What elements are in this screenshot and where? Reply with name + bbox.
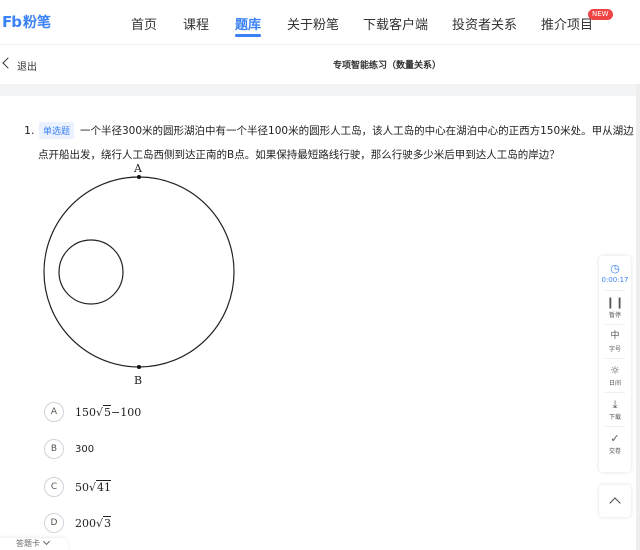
pause-button[interactable]: ❙❙ 暂停 — [599, 296, 631, 319]
download-button[interactable]: ⤓ 下载 — [599, 398, 631, 421]
chevron-up-icon — [609, 497, 621, 509]
option-b[interactable]: B 300 — [44, 438, 94, 460]
answer-sheet-toggle[interactable]: 答题卡 — [0, 537, 68, 550]
logo-mark: Fb — [2, 13, 22, 31]
submit-label: 交卷 — [608, 448, 621, 455]
option-suffix: −100 — [111, 405, 142, 419]
logo-text: 粉笔 — [22, 15, 51, 31]
question-text-line-1: 一个半径300米的圆形湖泊中有一个半径100米的圆形人工岛，该人工岛的中心在湖泊… — [80, 125, 634, 137]
pause-icon: ❙❙ — [605, 296, 625, 309]
font-size-label: 字号 — [608, 346, 621, 353]
day-mode-label: 日间 — [608, 380, 621, 387]
nav-item-about[interactable]: 关于粉笔 — [287, 14, 339, 33]
option-coef: 200 — [75, 516, 96, 530]
divider — [605, 358, 625, 359]
nav-item-question-bank[interactable]: 题库 — [235, 14, 261, 33]
option-c[interactable]: C 50√41 — [44, 476, 112, 498]
option-radicand: 41 — [96, 479, 112, 494]
question-text-line-2: 点开船出发，绕行人工岛西侧到达正南的B点。如果保持最短路线行驶，那么行驶多少米后… — [38, 149, 560, 161]
clock-icon: ◷ — [610, 262, 620, 275]
option-coef: 150 — [75, 405, 96, 419]
download-icon: ⤓ — [612, 398, 618, 411]
font-size-icon: 中 — [610, 331, 620, 341]
island-circle — [58, 239, 124, 305]
option-a[interactable]: A 150√5−100 — [44, 401, 141, 423]
point-a-label: A — [133, 162, 143, 175]
option-value: 200√3 — [75, 515, 112, 530]
exit-button[interactable]: 退出 — [17, 58, 37, 73]
day-mode-button[interactable]: ☼ 日间 — [599, 364, 631, 387]
option-letter[interactable]: C — [44, 477, 64, 497]
chevron-down-icon — [42, 537, 51, 546]
timer-value: 0:00:17 — [601, 276, 629, 284]
tool-strip: ◷ 0:00:17 ❙❙ 暂停 中 字号 ☼ 日间 ⤓ 下载 ✓ 交卷 — [599, 256, 631, 472]
option-d[interactable]: D 200√3 — [44, 512, 112, 534]
question-number: 1. — [24, 124, 35, 137]
sqrt-symbol: √5 — [96, 404, 112, 419]
sqrt-symbol: √41 — [89, 479, 112, 494]
option-value: 300 — [75, 443, 95, 455]
option-value: 150√5−100 — [75, 404, 142, 419]
divider — [605, 290, 625, 291]
font-size-button[interactable]: 中 字号 — [599, 330, 631, 353]
answer-sheet-label: 答题卡 — [16, 539, 40, 548]
nav-item-courses[interactable]: 课程 — [183, 14, 209, 33]
submit-button[interactable]: ✓ 交卷 — [599, 432, 631, 455]
new-badge: NEW — [588, 9, 613, 20]
point-b-dot — [137, 365, 141, 369]
point-b-label: B — [134, 374, 142, 387]
fenbi-logo[interactable]: Fb 粉笔 — [2, 12, 51, 32]
divider — [605, 426, 625, 427]
active-tab-indicator — [235, 34, 261, 37]
option-value: 50√41 — [75, 479, 112, 494]
option-letter[interactable]: D — [44, 513, 64, 533]
divider — [605, 392, 625, 393]
option-letter[interactable]: B — [44, 439, 64, 459]
question-card: 1. 单选题 一个半径300米的圆形湖泊中有一个半径100米的圆形人工岛，该人工… — [0, 96, 636, 550]
top-navigation: Fb 粉笔 首页 课程 题库 关于粉笔 下载客户端 投资者关系 推介项目 NEW — [0, 0, 640, 44]
option-letter[interactable]: A — [44, 402, 64, 422]
page-title: 专项智能练习（数量关系） — [333, 61, 442, 71]
chevron-left-icon[interactable] — [2, 57, 14, 69]
practice-header: 退出 专项智能练习（数量关系） — [0, 44, 640, 84]
lake-circle — [43, 176, 235, 368]
nav-item-home[interactable]: 首页 — [131, 14, 157, 33]
nav-item-investor-relations[interactable]: 投资者关系 — [452, 14, 517, 33]
page-scrollbar[interactable] — [636, 84, 640, 550]
nav-item-recommended-projects[interactable]: 推介项目 — [541, 14, 593, 33]
pause-label: 暂停 — [608, 312, 621, 319]
option-radicand: 5 — [103, 404, 112, 419]
question-type-tag: 单选题 — [39, 122, 75, 139]
sun-icon: ☼ — [610, 364, 620, 377]
divider — [605, 324, 625, 325]
question-figure: A B — [43, 162, 235, 387]
nav-item-download-client[interactable]: 下载客户端 — [363, 14, 428, 33]
option-radicand: 3 — [103, 515, 112, 530]
check-icon: ✓ — [610, 432, 620, 445]
point-a-dot — [137, 175, 141, 179]
timer[interactable]: ◷ 0:00:17 — [599, 262, 631, 284]
scroll-to-top-button[interactable] — [599, 485, 631, 517]
download-label: 下载 — [608, 414, 621, 421]
sqrt-symbol: √3 — [96, 515, 112, 530]
option-coef: 50 — [75, 480, 89, 494]
